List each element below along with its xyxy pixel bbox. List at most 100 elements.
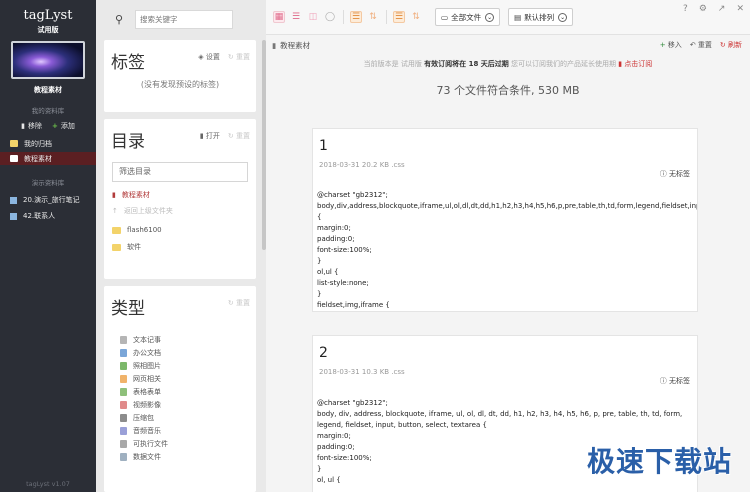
help-icon[interactable]: ?: [683, 4, 688, 14]
type-label: 办公文档: [133, 348, 161, 357]
data-file-icon: [120, 452, 127, 461]
app-name: tagLyst: [23, 8, 73, 23]
type-label: 网页相关: [133, 374, 161, 383]
reset-button[interactable]: ↶ 重置: [690, 40, 712, 50]
type-item-video[interactable]: 视频影像: [104, 398, 256, 411]
all-files-dropdown[interactable]: ▭ 全部文件 ⌄: [435, 8, 501, 26]
type-item-exe[interactable]: 可执行文件: [104, 437, 256, 450]
file-tag[interactable]: ⓘ 无标签: [660, 169, 690, 179]
type-item-text[interactable]: 文本记事: [104, 333, 256, 346]
search-icon[interactable]: ⚲: [115, 13, 135, 26]
archive-icon: [120, 413, 127, 422]
type-item-web[interactable]: 网页相关: [104, 372, 256, 385]
add-library-button[interactable]: + 添加: [52, 121, 75, 131]
plus-icon: +: [659, 41, 668, 49]
folder-item[interactable]: flash6100: [104, 226, 256, 234]
folder-icon: [112, 226, 121, 234]
search-input[interactable]: [135, 9, 233, 29]
remove-library-button[interactable]: ▮ 移除: [21, 121, 42, 131]
type-item-data[interactable]: 数据文件: [104, 450, 256, 463]
folder-icon: ▮: [272, 40, 277, 50]
library-cover-label: 教程素材: [34, 86, 62, 94]
type-label: 照相图片: [133, 361, 161, 370]
grid-view-icon[interactable]: ▦: [273, 11, 285, 23]
type-item-office[interactable]: 办公文档: [104, 346, 256, 359]
info-icon: ⓘ: [659, 170, 669, 178]
type-card: 类型 ↻ 重置 文本记事 办公文档 照相图片 网页相关 表格表单 视频影像 压缩…: [104, 286, 256, 492]
tag-filter-icon[interactable]: ☰: [393, 11, 405, 23]
remove-label: 移除: [27, 122, 42, 130]
tags-reset-button[interactable]: ↻ 重置: [228, 52, 250, 62]
gear-icon[interactable]: ⚙: [699, 4, 707, 14]
restore-icon[interactable]: ↗: [718, 4, 726, 14]
main-content: ▦ ☰ ◫ ◯ ☰ ⇅ ☰ ⇅ ▭ 全部文件 ⌄ ▤ 默认排列 ⌄ ? ⚙ ↗ …: [266, 0, 750, 492]
list-view-icon[interactable]: ☰: [290, 11, 302, 23]
add-label: 添加: [60, 122, 75, 130]
notice-expiry: 有效订阅将在 18 天后过期: [424, 60, 509, 68]
sidebar-item-label: 20.演示_旅行笔记: [23, 196, 80, 204]
type-item-archive[interactable]: 压缩包: [104, 411, 256, 424]
refresh-button[interactable]: ↻ 刷新: [720, 40, 742, 50]
directory-reset-button[interactable]: ↻ 重置: [228, 131, 250, 141]
type-label: 数据文件: [133, 452, 161, 461]
file-preview: @charset "gb2312"; body,div,address,bloc…: [317, 191, 698, 309]
order-icon[interactable]: ⇅: [410, 11, 422, 23]
info-icon: ⓘ: [659, 377, 669, 385]
parent-folder-link[interactable]: ↑ 返回上级文件夹: [104, 206, 256, 216]
reset-icon: ↻: [227, 132, 236, 140]
refresh-icon: ↻: [719, 41, 728, 49]
reset-icon: ↻: [227, 299, 236, 307]
type-title: 类型: [111, 299, 145, 319]
tags-card: 标签 ◈ 设置 ↻ 重置 (没有发现预设的标签): [104, 40, 256, 112]
sort-icon[interactable]: ⇅: [367, 11, 379, 23]
file-tag-label: 无标签: [669, 377, 690, 385]
move-in-button[interactable]: + 移入: [660, 40, 682, 50]
subscribe-link[interactable]: ▮ 点击订阅: [618, 60, 652, 68]
search-box: ⚲: [115, 9, 241, 29]
type-label: 视频影像: [133, 400, 161, 409]
reset-icon: ↻: [227, 53, 236, 61]
version-label: tagLyst v1.07: [26, 480, 70, 488]
type-item-photo[interactable]: 照相图片: [104, 359, 256, 372]
web-icon: [120, 374, 127, 383]
my-libraries-heading: 我的资料库: [31, 107, 65, 115]
current-directory[interactable]: ▮ 教程素材: [104, 190, 256, 200]
folder-label: flash6100: [127, 226, 162, 234]
open-label: 打开: [205, 132, 220, 140]
file-number: 2: [319, 345, 328, 361]
sort-label: 默认排列: [524, 12, 555, 22]
circle-view-icon[interactable]: ◯: [324, 11, 336, 23]
sidebar-item-label: 我的归档: [24, 139, 52, 148]
reset-label: 重置: [697, 41, 712, 49]
brand: tagLyst 试用版: [0, 0, 96, 35]
folder-label: 软件: [127, 243, 141, 251]
type-label: 压缩包: [133, 413, 154, 422]
text-file-icon: [120, 335, 127, 344]
column-view-icon[interactable]: ◫: [307, 11, 319, 23]
library-icon: [10, 196, 17, 204]
library-cover-image[interactable]: [11, 41, 85, 79]
trial-notice: 当前版本是 试用版 有效订阅将在 18 天后过期 您可以订阅我们的产品延长使用期…: [266, 59, 750, 69]
directory-filter-input[interactable]: 筛选目录: [112, 162, 248, 182]
sidebar-item-archive[interactable]: 我的归档: [0, 137, 96, 150]
file-tag[interactable]: ⓘ 无标签: [660, 376, 690, 386]
sidebar-item-demo-travel[interactable]: 20.演示_旅行笔记: [0, 193, 96, 207]
filter-icon[interactable]: ☰: [350, 11, 362, 23]
audio-icon: [120, 426, 127, 435]
plus-icon: +: [51, 122, 58, 130]
sidebar-item-demo-contacts[interactable]: 42.联系人: [0, 209, 96, 223]
notice-suffix: 您可以订阅我们的产品延长使用期: [511, 60, 616, 68]
sort-dropdown[interactable]: ▤ 默认排列 ⌄: [508, 8, 574, 26]
close-icon[interactable]: ✕: [736, 4, 744, 14]
type-reset-button[interactable]: ↻ 重置: [228, 298, 250, 308]
type-item-audio[interactable]: 音频音乐: [104, 424, 256, 437]
directory-open-button[interactable]: ▮ 打开: [200, 131, 220, 141]
type-item-sheet[interactable]: 表格表单: [104, 385, 256, 398]
directory-card: 目录 ▮ 打开 ↻ 重置 筛选目录 ▮ 教程素材 ↑ 返回上级文件夹 flash…: [104, 119, 256, 279]
sidebar-item-tutorial[interactable]: 教程素材: [0, 152, 96, 165]
tags-settings-button[interactable]: ◈ 设置: [198, 52, 220, 62]
filter-panel: ⚲ 标签 ◈ 设置 ↻ 重置 (没有发现预设的标签) 目录 ▮ 打开 ↻ 重置 …: [96, 0, 266, 492]
folder-icon: ▮: [112, 191, 116, 199]
file-card[interactable]: 1 2018-03-31 20.2 KB .css ⓘ 无标签 @charset…: [312, 128, 698, 312]
folder-item[interactable]: 软件: [104, 242, 256, 252]
